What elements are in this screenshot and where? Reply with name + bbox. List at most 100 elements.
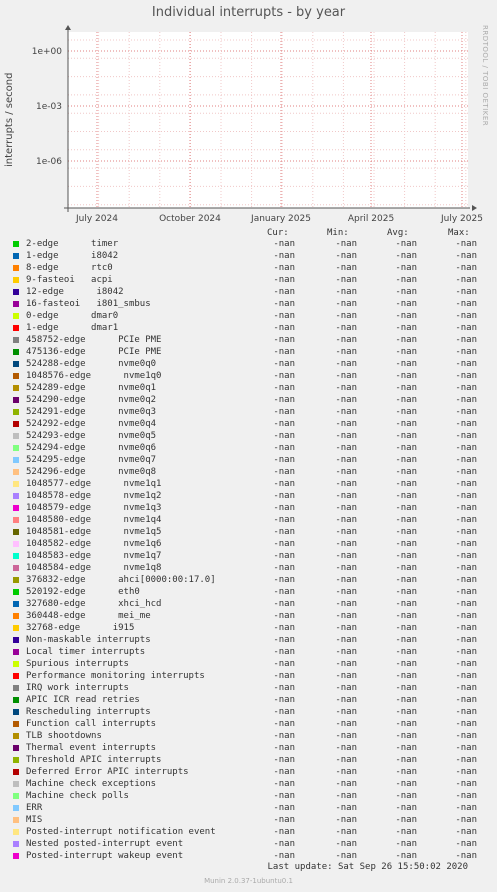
legend-min-value: -nan [335,839,357,849]
legend-min-value: -nan [335,539,357,549]
legend-row: 1048579-edge nvme1q3 -nan -nan -nan -nan [0,502,497,514]
legend-max-value: -nan [455,275,477,285]
legend-row: 1048584-edge nvme1q8 -nan -nan -nan -nan [0,562,497,574]
legend-header-max: Max: [448,228,470,238]
legend-row: ERR -nan -nan -nan -nan [0,802,497,814]
legend-avg-value: -nan [395,839,417,849]
legend-max-value: -nan [455,623,477,633]
legend-min-value: -nan [335,611,357,621]
legend-swatch [13,649,19,655]
legend-cur-value: -nan [273,755,295,765]
legend-min-value: -nan [335,767,357,777]
legend-min-value: -nan [335,647,357,657]
legend-min-value: -nan [335,695,357,705]
legend-label: 376832-edge ahci[0000:00:17.0] [26,575,216,585]
legend-cur-value: -nan [273,311,295,321]
legend-row: 360448-edge mei_me -nan -nan -nan -nan [0,610,497,622]
legend-min-value: -nan [335,311,357,321]
legend-avg-value: -nan [395,407,417,417]
legend-row: 1-edge i8042 -nan -nan -nan -nan [0,250,497,262]
y-tick-label: 1e-03 [36,102,62,112]
legend-max-value: -nan [455,299,477,309]
legend-avg-value: -nan [395,587,417,597]
y-tick-label: 1e+00 [32,47,63,57]
legend-min-value: -nan [335,347,357,357]
legend-avg-value: -nan [395,683,417,693]
legend-label: 360448-edge mei_me [26,611,151,621]
legend-swatch [13,493,19,499]
legend-label: 1048578-edge nvme1q2 [26,491,162,501]
legend-avg-value: -nan [395,419,417,429]
legend-label: 1048579-edge nvme1q3 [26,503,162,513]
legend-max-value: -nan [455,419,477,429]
legend-cur-value: -nan [273,779,295,789]
legend-avg-value: -nan [395,359,417,369]
legend-max-value: -nan [455,683,477,693]
legend-row: Non-maskable interrupts -nan -nan -nan -nan [0,634,497,646]
legend-row: 1048580-edge nvme1q4 -nan -nan -nan -nan [0,514,497,526]
legend-cur-value: -nan [273,851,295,861]
legend-max-value: -nan [455,791,477,801]
x-axis-arrow [472,205,477,211]
legend-row: 1048576-edge nvme1q0 -nan -nan -nan -nan [0,370,497,382]
legend-row: 524291-edge nvme0q3 -nan -nan -nan -nan [0,406,497,418]
y-tick-label: 1e-06 [36,157,62,167]
legend-min-value: -nan [335,491,357,501]
legend-cur-value: -nan [273,635,295,645]
legend-cur-value: -nan [273,587,295,597]
legend-row: IRQ work interrupts -nan -nan -nan -nan [0,682,497,694]
legend-max-value: -nan [455,431,477,441]
legend-swatch [13,385,19,391]
legend-max-value: -nan [455,527,477,537]
legend-min-value: -nan [335,743,357,753]
legend-cur-value: -nan [273,347,295,357]
legend-header-min: Min: [327,228,349,238]
legend-row: 524295-edge nvme0q7 -nan -nan -nan -nan [0,454,497,466]
legend-swatch [13,337,19,343]
legend-min-value: -nan [335,251,357,261]
legend-max-value: -nan [455,767,477,777]
legend-cur-value: -nan [273,371,295,381]
legend-min-value: -nan [335,275,357,285]
legend-swatch [13,433,19,439]
legend-row: Threshold APIC interrupts -nan -nan -nan -na… [0,754,497,766]
legend-min-value: -nan [335,683,357,693]
legend-cur-value: -nan [273,839,295,849]
legend-cur-value: -nan [273,527,295,537]
legend-row: Spurious interrupts -nan -nan -nan -nan [0,658,497,670]
legend-row: 32768-edge i915 -nan -nan -nan -nan [0,622,497,634]
legend-max-value: -nan [455,539,477,549]
legend-label: 524293-edge nvme0q5 [26,431,157,441]
legend-row: Posted-interrupt wakeup event -nan -nan -na… [0,850,497,862]
legend-min-value: -nan [335,515,357,525]
legend-max-value: -nan [455,839,477,849]
legend-label: 524291-edge nvme0q3 [26,407,157,417]
legend-cur-value: -nan [273,407,295,417]
legend-max-value: -nan [455,551,477,561]
legend-avg-value: -nan [395,467,417,477]
legend-row: 1048582-edge nvme1q6 -nan -nan -nan -nan [0,538,497,550]
legend-min-value: -nan [335,671,357,681]
legend-avg-value: -nan [395,647,417,657]
legend-max-value: -nan [455,311,477,321]
legend-avg-value: -nan [395,527,417,537]
legend-row: 327680-edge xhci_hcd -nan -nan -nan -nan [0,598,497,610]
legend-swatch [13,781,19,787]
legend-swatch [13,697,19,703]
legend-min-value: -nan [335,431,357,441]
legend-avg-value: -nan [395,827,417,837]
legend-swatch [13,745,19,751]
legend-min-value: -nan [335,779,357,789]
legend-avg-value: -nan [395,551,417,561]
legend-avg-value: -nan [395,479,417,489]
legend-label: 1-edge dmar1 [26,323,119,333]
legend-row: 524290-edge nvme0q2 -nan -nan -nan -nan [0,394,497,406]
legend-label: TLB shootdowns [26,731,102,741]
legend-avg-value: -nan [395,455,417,465]
legend-label: MIS [26,815,43,825]
legend-row: 12-edge i8042 -nan -nan -nan -nan [0,286,497,298]
legend-label: 524294-edge nvme0q6 [26,443,157,453]
legend-row: 1048577-edge nvme1q1 -nan -nan -nan -nan [0,478,497,490]
legend-label: Machine check exceptions [26,779,157,789]
legend-min-value: -nan [335,443,357,453]
